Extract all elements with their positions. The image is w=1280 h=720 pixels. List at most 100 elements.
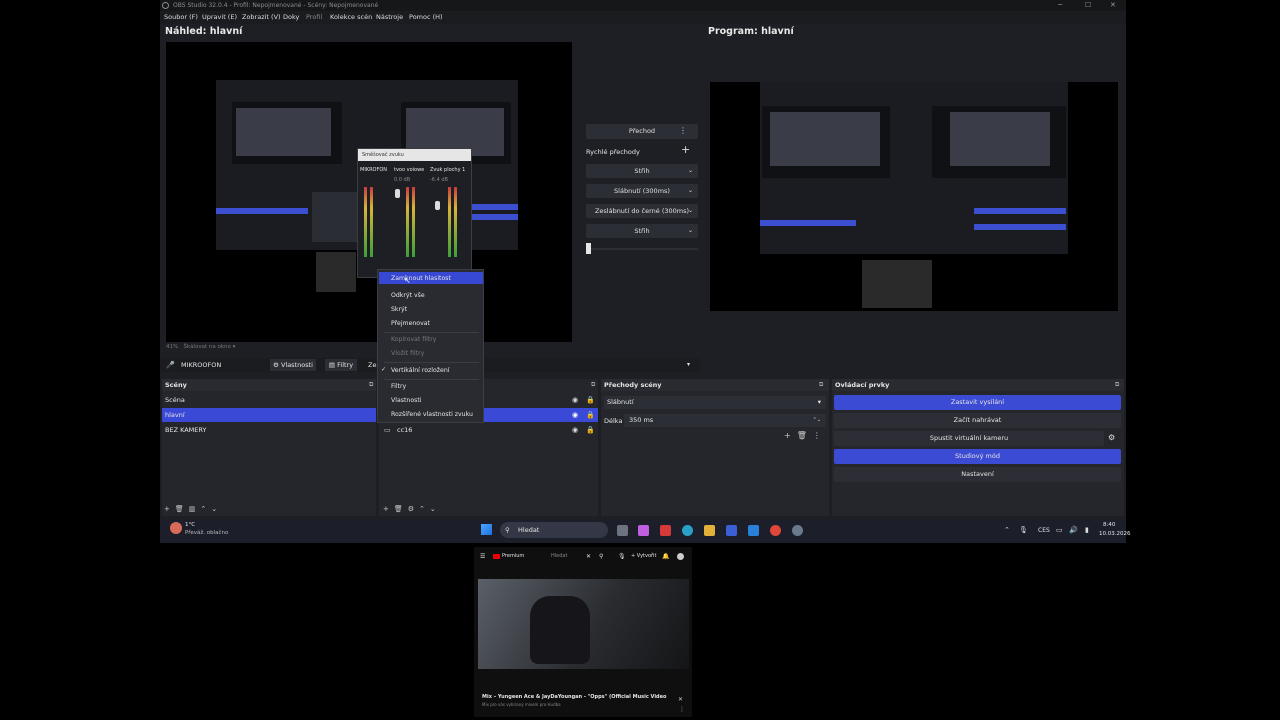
menu-item-unhide-all[interactable]: Odkrýt vše xyxy=(391,292,425,299)
close-search-icon[interactable]: ✕ xyxy=(586,553,591,560)
menu-item-advanced-audio[interactable]: Rozšířené vlastnosti zvuku xyxy=(391,411,473,418)
checkmark-icon: ✓ xyxy=(381,366,387,373)
gear-icon[interactable]: ⚙ xyxy=(1108,433,1115,442)
menu-help[interactable]: Pomoc (H) xyxy=(409,11,443,24)
app-icon[interactable] xyxy=(660,525,671,536)
source-item[interactable]: cc16 xyxy=(397,423,517,437)
menu-item-hide[interactable]: Skrýt xyxy=(391,306,407,313)
transition-tools[interactable]: +🗑⋮ xyxy=(784,431,827,440)
tray-chevron-icon[interactable]: ⌃ xyxy=(1004,526,1010,534)
tbar-track[interactable] xyxy=(586,248,698,250)
windows-start-icon[interactable] xyxy=(481,524,492,535)
visibility-eye-icon[interactable]: ◉ xyxy=(572,426,578,434)
store-icon[interactable] xyxy=(726,525,737,536)
weather-desc: Převáž. oblačno xyxy=(185,530,229,536)
yt-avatar[interactable] xyxy=(677,553,684,560)
maximize-icon[interactable]: ☐ xyxy=(1085,0,1091,11)
lock-icon[interactable]: 🔒 xyxy=(586,426,595,434)
menu-item-vertical-layout[interactable]: Vertikální rozložení xyxy=(391,367,449,374)
youtube-logo-icon xyxy=(493,554,500,559)
clock-date: 10.03.2026 xyxy=(1099,531,1131,537)
yt-search-hint[interactable]: Hledat xyxy=(551,553,567,559)
close-icon[interactable]: ✕ xyxy=(1110,0,1116,11)
menu-item-copy-filters: Kopírovat filtry xyxy=(391,336,437,343)
quick-transition-cut-1[interactable]: Střih ⌄ xyxy=(586,164,698,178)
visibility-eye-icon[interactable]: ◉ xyxy=(572,411,578,419)
stop-streaming-button[interactable]: Zastavit vysílání xyxy=(834,395,1121,410)
scene-item-selected[interactable]: hlavní xyxy=(162,408,376,422)
edge-icon[interactable] xyxy=(682,525,693,536)
undock-icon[interactable]: ⧉ xyxy=(591,381,595,389)
controls-header: Ovládací prvky xyxy=(832,379,1124,391)
add-quick-transition-icon[interactable]: + xyxy=(681,143,690,156)
yt-notifications-icon[interactable]: 🔔 xyxy=(662,553,669,560)
language-indicator[interactable]: CES xyxy=(1038,527,1050,534)
duration-input[interactable]: 350 ms ⌃⌄ xyxy=(624,414,826,427)
tbar-handle[interactable] xyxy=(586,243,591,254)
video-subtitle: Mix pro vás vybíraný mixem pro Hudba xyxy=(482,702,561,707)
quick-transition-cut-2[interactable]: Střih ⌄ xyxy=(586,224,698,238)
quick-transition-fade[interactable]: Slábnutí (300ms) ⌄ xyxy=(586,184,698,198)
scene-item[interactable]: Scéna xyxy=(162,393,376,407)
menu-item-rename[interactable]: Přejmenovat xyxy=(391,320,430,327)
chevron-down-icon: ⌄ xyxy=(687,187,693,194)
sources-toolbar[interactable]: +🗑⚙⌃⌄ xyxy=(383,505,441,513)
transition-button[interactable]: Přechod ⋮ xyxy=(586,124,698,139)
scenes-toolbar[interactable]: +🗑▥⌃⌄ xyxy=(164,505,222,513)
more-icon[interactable]: ⋮ xyxy=(679,706,685,713)
menu-item-properties[interactable]: Vlastnosti xyxy=(391,397,421,404)
yt-create-button[interactable]: + Vytvořit xyxy=(631,553,656,559)
settings-app-icon[interactable] xyxy=(792,525,803,536)
battery-icon[interactable]: ▮ xyxy=(1085,526,1089,534)
filters-button[interactable]: ▤ Filtry xyxy=(325,359,357,371)
yt-search-icon[interactable]: ⚲ xyxy=(599,553,603,560)
video-title[interactable]: Mix – Yungeen Ace & JayDaYoungan - "Opps… xyxy=(482,694,667,700)
mouse-cursor-icon: ↖ xyxy=(404,276,411,285)
menu-docks[interactable]: Doky xyxy=(283,11,299,24)
weather-temp: 1°C xyxy=(185,522,196,528)
copilot-icon[interactable] xyxy=(638,525,649,536)
more-icon[interactable]: ⋮ xyxy=(679,124,687,138)
scene-item[interactable]: BEZ KAMERY xyxy=(162,423,376,437)
nested-mixer: Směšovač zvuku MIKROFON tvoo voiowe Zvuk… xyxy=(357,148,472,278)
chevron-down-icon: ⌄ xyxy=(687,227,693,234)
start-recording-button[interactable]: Začít nahrávat xyxy=(834,413,1121,428)
network-icon[interactable]: ▭ xyxy=(1056,526,1063,534)
taskbar-search[interactable]: ⚲ Hledat xyxy=(500,522,608,538)
nested-webcam xyxy=(316,252,356,292)
menu-bar: Soubor (F) Upravit (E) Zobrazit (V) Doky… xyxy=(160,11,1126,24)
close-icon[interactable]: ✕ xyxy=(678,696,683,703)
settings-button[interactable]: Nastavení xyxy=(834,467,1121,482)
source-row-selected[interactable] xyxy=(484,408,598,422)
mic-tray-icon[interactable]: 🎙 xyxy=(1019,526,1028,534)
menu-item-filters[interactable]: Filtry xyxy=(391,383,406,390)
studio-mode-button[interactable]: Studiový mód xyxy=(834,449,1121,464)
minimize-icon[interactable]: ─ xyxy=(1058,0,1062,11)
toolbar-chevron-icon[interactable]: ▾ xyxy=(687,361,690,368)
lock-icon[interactable]: 🔒 xyxy=(586,396,595,404)
menu-tools[interactable]: Nástroje xyxy=(376,11,403,24)
virtual-camera-button[interactable]: Spustit virtuální kameru xyxy=(834,431,1104,446)
lock-icon[interactable]: 🔒 xyxy=(586,411,595,419)
menu-file[interactable]: Soubor (F) xyxy=(164,11,198,24)
volume-icon[interactable]: 🔊 xyxy=(1069,526,1078,534)
properties-button[interactable]: ⚙ Vlastnosti xyxy=(270,359,316,371)
undock-icon[interactable]: ⧉ xyxy=(369,381,373,389)
quick-transition-fade-black[interactable]: Zeslábnutí do černé (300ms) ⌄ xyxy=(586,204,698,218)
file-explorer-icon[interactable] xyxy=(704,525,715,536)
menu-view[interactable]: Zobrazit (V) xyxy=(242,11,281,24)
task-view-icon[interactable] xyxy=(617,525,628,536)
menu-item-lock-volume[interactable]: Zamknout hlasitost xyxy=(391,275,451,282)
transition-select[interactable]: Slábnutí ▾ xyxy=(604,396,826,409)
chrome-icon[interactable] xyxy=(770,525,781,536)
menu-profile[interactable]: Profil xyxy=(306,11,322,24)
menu-edit[interactable]: Upravit (E) xyxy=(202,11,237,24)
hamburger-icon[interactable]: ☰ xyxy=(480,553,485,560)
undock-icon[interactable]: ⧉ xyxy=(819,381,823,389)
visibility-eye-icon[interactable]: ◉ xyxy=(572,396,578,404)
clock-time: 8:40 xyxy=(1103,522,1116,528)
undock-icon[interactable]: ⧉ xyxy=(1115,381,1119,389)
photos-icon[interactable] xyxy=(748,525,759,536)
menu-scene-collection[interactable]: Kolekce scén xyxy=(330,11,372,24)
yt-mic-icon[interactable]: 🎙 xyxy=(618,553,626,560)
